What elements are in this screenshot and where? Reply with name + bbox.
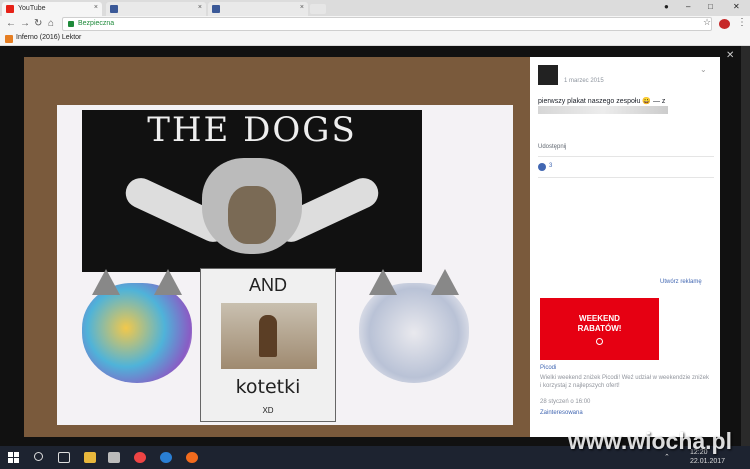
bookmark-inferno[interactable]: Inferno (2016) Lektor <box>16 34 81 41</box>
tab-youtube[interactable]: YouTube × <box>2 2 102 16</box>
tab-facebook-1[interactable]: × <box>106 2 206 16</box>
kotetki-label: kotetki <box>235 376 301 398</box>
center-panel: AND kotetki XD <box>200 268 336 422</box>
create-ad-link[interactable]: Utwórz reklamę <box>660 279 702 285</box>
tab-strip: YouTube × × × ● – □ ✕ <box>0 0 750 16</box>
poster-title: THE DOGS <box>147 110 357 150</box>
watermark: www.wiocha.pl <box>568 428 732 454</box>
and-label: AND <box>248 275 287 295</box>
reload-icon[interactable]: ↻ <box>34 17 42 31</box>
clock-date[interactable]: 22.01.2017 <box>690 458 725 465</box>
cat-drawing-grey <box>359 269 469 383</box>
facebook-icon <box>212 5 220 13</box>
lock-icon <box>68 21 74 27</box>
poster-paper: THE DOGS AND kotetki XD <box>57 105 513 425</box>
divider <box>538 177 714 178</box>
close-tab-icon[interactable]: × <box>198 4 202 11</box>
bookmarks-bar: Inferno (2016) Lektor <box>0 32 750 46</box>
windows-start-icon[interactable] <box>8 452 20 464</box>
youtube-icon <box>6 5 14 13</box>
dog-drawing <box>202 158 302 254</box>
ad-brand-link[interactable]: Picodi <box>540 365 556 371</box>
post-sidebar: 1 marzec 2015 ⌄ pierwszy plakat naszego … <box>530 57 720 437</box>
maximize-icon[interactable]: □ <box>708 2 713 11</box>
tab-label: YouTube <box>18 5 46 12</box>
file-explorer-icon[interactable] <box>84 452 96 463</box>
post-date[interactable]: 1 marzec 2015 <box>564 78 604 84</box>
store-icon[interactable] <box>108 452 120 463</box>
scrollbar[interactable] <box>741 46 750 446</box>
facebook-icon <box>110 5 118 13</box>
minimize-icon[interactable]: – <box>686 2 690 11</box>
tab-facebook-2[interactable]: × <box>208 2 308 16</box>
search-icon[interactable] <box>34 452 43 461</box>
cartoon-image <box>221 303 317 369</box>
browser-toolbar: ← → ↻ ⌂ Bezpieczna ☆ ⋮ <box>0 16 750 32</box>
menu-icon[interactable]: ⋮ <box>737 17 747 28</box>
security-label: Bezpieczna <box>78 20 115 27</box>
ad-banner-text: WEEKEND RABATÓW! <box>577 314 622 333</box>
close-window-icon[interactable]: ✕ <box>733 2 740 11</box>
ad-date: 28 styczeń o 16:00 <box>540 399 591 405</box>
dogs-banner: THE DOGS <box>82 110 422 272</box>
home-icon[interactable]: ⌂ <box>48 17 54 31</box>
edge-icon[interactable] <box>160 452 172 463</box>
like-count[interactable]: 3 <box>549 163 552 169</box>
poster-photo[interactable]: THE DOGS AND kotetki XD <box>24 57 530 437</box>
post-text: pierwszy plakat naszego zespołu 😀 — z <box>538 98 666 105</box>
ad-banner[interactable]: WEEKEND RABATÓW! <box>540 298 659 360</box>
extension-icon[interactable] <box>719 19 730 29</box>
profile-icon[interactable]: ● <box>664 2 669 11</box>
task-view-icon[interactable] <box>58 452 70 463</box>
forward-icon[interactable]: → <box>20 17 30 31</box>
close-tab-icon[interactable]: × <box>94 4 98 11</box>
ad-logo-icon <box>596 338 603 345</box>
bookmark-favicon-icon <box>5 35 13 43</box>
cat-drawing-colored <box>82 269 192 383</box>
share-button[interactable]: Udostępnij <box>538 144 566 150</box>
back-icon[interactable]: ← <box>6 17 16 31</box>
address-bar[interactable]: Bezpieczna <box>62 17 712 31</box>
xd-label: XD <box>262 406 274 415</box>
close-viewer-icon[interactable]: ✕ <box>726 50 734 61</box>
chrome-icon[interactable] <box>134 452 146 463</box>
like-icon <box>538 163 546 171</box>
new-tab-button[interactable] <box>310 4 326 14</box>
tagged-names-blurred <box>538 106 668 114</box>
chevron-down-icon[interactable]: ⌄ <box>700 65 707 74</box>
avatar[interactable] <box>538 65 558 85</box>
close-tab-icon[interactable]: × <box>300 4 304 11</box>
ad-interest-link[interactable]: Zainteresowana <box>540 410 583 416</box>
firefox-icon[interactable] <box>186 452 198 463</box>
bookmark-star-icon[interactable]: ☆ <box>703 17 711 28</box>
ad-description: Wielki weekend zniżek Picodi! Weź udział… <box>540 375 709 389</box>
divider <box>538 156 714 157</box>
